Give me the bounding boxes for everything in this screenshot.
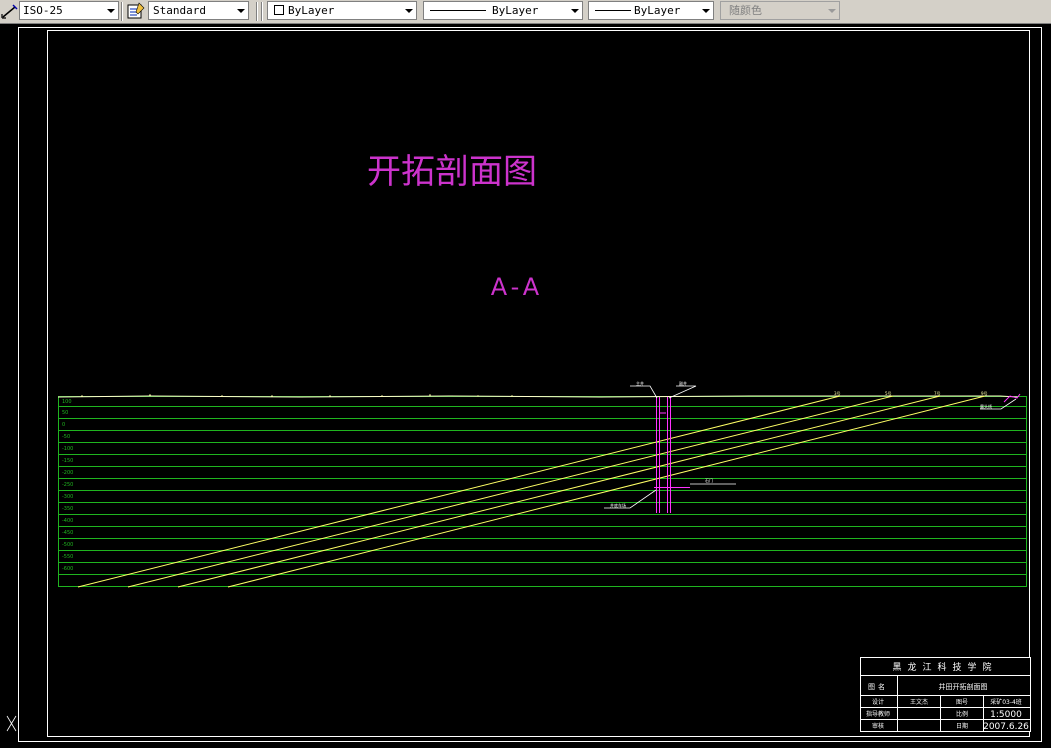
elevation-label: -300 [62, 494, 73, 500]
title-block-cell: 指导教师 [866, 710, 890, 718]
elevation-label: -100 [62, 446, 73, 452]
plot-style-select: 随颜色 [720, 1, 840, 20]
text-style-icon[interactable] [127, 2, 145, 20]
elevation-label: -250 [62, 482, 73, 488]
elevation-grid [58, 396, 1027, 587]
drawing-frame [47, 30, 1030, 737]
elevation-label: -200 [62, 470, 73, 476]
section-label: A-A [491, 273, 543, 301]
plot-style-value: 随颜色 [729, 4, 762, 17]
title-block-cell: 采矿03-4班 [990, 698, 1022, 706]
coal-seam-line [127, 395, 894, 588]
elevation-label: -150 [62, 458, 73, 464]
seam-label: 3号 [834, 390, 841, 396]
model-space-canvas[interactable]: 开拓剖面图 A-A 100 50 0 -50 -100 -150 -200 -2… [0, 24, 1051, 748]
title-block-cell: 日期 [956, 722, 968, 730]
linetype-sample-icon [430, 10, 486, 11]
title-block-cell: 王文杰 [910, 698, 928, 706]
coal-seam-line [227, 395, 986, 588]
toolbar-separator [256, 2, 258, 21]
ucs-icon [6, 715, 17, 732]
elevation-label: -550 [62, 554, 73, 560]
dimension-style-select[interactable]: ISO-25 [19, 1, 119, 20]
elevation-label: -500 [62, 542, 73, 548]
crosscut-label: 石门 [705, 477, 713, 483]
chevron-down-icon[interactable] [571, 9, 579, 13]
title-block-cell: 设计 [872, 698, 884, 706]
elevation-label: -600 [62, 566, 73, 572]
chevron-down-icon [828, 9, 836, 13]
drawing-title: 开拓剖面图 [367, 152, 537, 192]
color-value: ByLayer [288, 4, 335, 17]
toolbar-separator [261, 2, 263, 21]
seam-label: 5号 [885, 390, 892, 396]
elevation-label: 50 [62, 410, 68, 416]
outcrop-marker [1003, 393, 1021, 403]
chevron-down-icon[interactable] [405, 9, 413, 13]
seam-label: 9号 [981, 390, 988, 396]
text-style-value: Standard [153, 4, 206, 17]
lineweight-value: ByLayer [634, 4, 681, 17]
paper-border [18, 27, 1042, 742]
linetype-value: ByLayer [492, 4, 539, 17]
title-block-name-value: 井田开拓剖面图 [939, 682, 988, 691]
coal-seam-line [177, 395, 941, 588]
elevation-label: 100 [62, 399, 72, 405]
lineweight-sample-icon [595, 10, 631, 11]
coal-seam-line [77, 395, 841, 588]
elevation-label: 0 [62, 422, 65, 428]
chevron-down-icon[interactable] [107, 9, 115, 13]
color-select[interactable]: ByLayer [267, 1, 417, 20]
cad-drawing: 开拓剖面图 A-A 100 50 0 -50 -100 -150 -200 -2… [6, 27, 1042, 742]
title-block-date: 2007.6.26 [983, 722, 1029, 732]
linetype-select[interactable]: ByLayer [423, 1, 583, 20]
title-block-cell: 图号 [956, 699, 968, 706]
dimension-style-value: ISO-25 [23, 4, 63, 17]
shaft-label: 副井 [679, 380, 687, 386]
title-block: 黑龙江科技学院 图名 井田开拓剖面图 设计 王文杰 图号 采矿03-4班 指导教… [860, 657, 1031, 732]
dimension-style-icon[interactable] [1, 2, 19, 20]
shaft-label: 主井 [636, 380, 644, 386]
title-block-cell: 比例 [956, 710, 968, 718]
chevron-down-icon[interactable] [702, 9, 710, 13]
properties-toolbar: ISO-25 Standard ByLayer ByLayer ByLayer … [0, 0, 1051, 24]
color-swatch-icon [274, 5, 284, 15]
title-block-name-label: 图名 [868, 682, 888, 691]
elevation-label: -50 [62, 434, 70, 440]
station-label: 井底车场 [610, 502, 626, 508]
elevation-label: -400 [62, 518, 73, 524]
title-block-scale: 1:5000 [990, 710, 1022, 720]
title-block-cell: 审核 [872, 722, 884, 730]
chevron-down-icon[interactable] [237, 9, 245, 13]
lineweight-select[interactable]: ByLayer [588, 1, 714, 20]
coal-seams [77, 395, 986, 588]
seam-label: 7号 [934, 390, 941, 396]
text-style-select[interactable]: Standard [148, 1, 249, 20]
elevation-label: -450 [62, 530, 73, 536]
title-block-school: 黑龙江科技学院 [892, 661, 997, 673]
leader-lines [604, 385, 1017, 509]
outcrop-label: 露头线 [980, 403, 992, 409]
grid-border [58, 396, 1027, 587]
toolbar-separator [121, 2, 123, 21]
elevation-label: -350 [62, 506, 73, 512]
